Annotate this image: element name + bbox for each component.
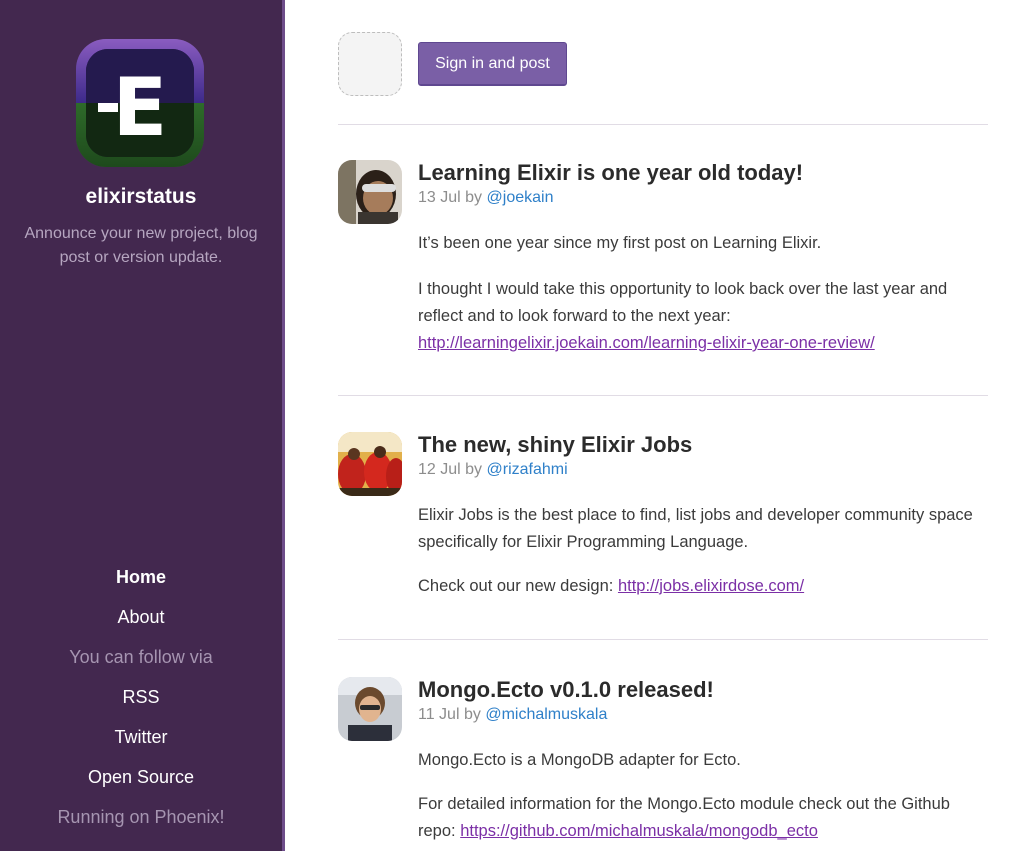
post-author-link[interactable]: @michalmuskala [485,706,607,723]
post-paragraph: I thought I would take this opportunity … [418,276,988,357]
post-body: Mongo.Ecto v0.1.0 released! 11 Jul by @m… [418,677,988,845]
post-meta: 12 Jul by @rizafahmi [418,459,988,481]
post-title[interactable]: Mongo.Ecto v0.1.0 released! [418,677,988,703]
elixir-logo-icon: E [76,39,204,167]
post-by-label: by [465,461,483,478]
empty-avatar-placeholder [338,32,402,96]
post-item: Mongo.Ecto v0.1.0 released! 11 Jul by @m… [338,677,988,851]
post-text: Elixir Jobs is the best place to find, l… [418,506,973,551]
post-text: I thought I would take this opportunity … [418,280,948,325]
post-paragraph: Mongo.Ecto is a MongoDB adapter for Ecto… [418,747,988,774]
nav-twitter-link[interactable]: Twitter [0,725,282,765]
post-author-link[interactable]: @joekain [487,189,554,206]
person-photo-icon [338,677,402,741]
post-paragraph: Elixir Jobs is the best place to find, l… [418,502,988,556]
post-composer: Sign in and post [338,32,988,125]
post-paragraph: Check out our new design: http://jobs.el… [418,573,988,600]
site-name[interactable]: elixirstatus [0,185,282,209]
sign-in-and-post-button[interactable]: Sign in and post [418,42,567,86]
post-text: Check out our new design: [418,577,618,595]
post-link[interactable]: http://jobs.elixirdose.com/ [618,577,804,595]
author-avatar-joekain[interactable] [338,160,402,224]
site-tagline: Announce your new project, blog post or … [24,225,258,266]
post-text: It’s been one year since my first post o… [418,234,822,252]
nav-about-link[interactable]: About [0,605,282,645]
post-date: 12 Jul [418,461,461,478]
nav-rss-link[interactable]: RSS [0,685,282,725]
post-date: 13 Jul [418,189,461,206]
post-body: Learning Elixir is one year old today! 1… [418,160,988,357]
post-link[interactable]: http://learningelixir.joekain.com/learni… [418,334,875,352]
person-photo-icon [338,160,402,224]
post-item: The new, shiny Elixir Jobs 12 Jul by @ri… [338,432,988,640]
author-avatar-michalmuskala[interactable] [338,677,402,741]
post-body: The new, shiny Elixir Jobs 12 Jul by @ri… [418,432,988,600]
sidebar-nav: Home About You can follow via RSS Twitte… [0,565,282,845]
nav-home-link[interactable]: Home [0,565,282,605]
group-photo-icon [338,432,402,496]
post-text: Mongo.Ecto is a MongoDB adapter for Ecto… [418,751,741,769]
nav-phoenix-credit: Running on Phoenix! [57,807,225,827]
post-author-link[interactable]: @rizafahmi [487,461,568,478]
post-title[interactable]: Learning Elixir is one year old today! [418,160,988,186]
post-date: 11 Jul [418,706,460,723]
post-paragraph: It’s been one year since my first post o… [418,230,988,257]
post-link[interactable]: https://github.com/michalmuskala/mongodb… [460,822,818,840]
nav-open-source-link[interactable]: Open Source [0,765,282,805]
post-meta: 13 Jul by @joekain [418,187,988,209]
author-avatar-rizafahmi[interactable] [338,432,402,496]
post-title[interactable]: The new, shiny Elixir Jobs [418,432,988,458]
svg-text:E: E [113,61,168,154]
nav-follow-label: You can follow via [69,647,213,667]
post-meta: 11 Jul by @michalmuskala [418,704,988,726]
post-paragraph: For detailed information for the Mongo.E… [418,791,988,845]
sidebar: E elixirstatus Announce your new project… [0,0,285,851]
post-by-label: by [463,706,481,723]
post-item: Learning Elixir is one year old today! 1… [338,160,988,396]
elixirstatus-logo[interactable]: E [76,39,204,167]
post-by-label: by [465,189,483,206]
